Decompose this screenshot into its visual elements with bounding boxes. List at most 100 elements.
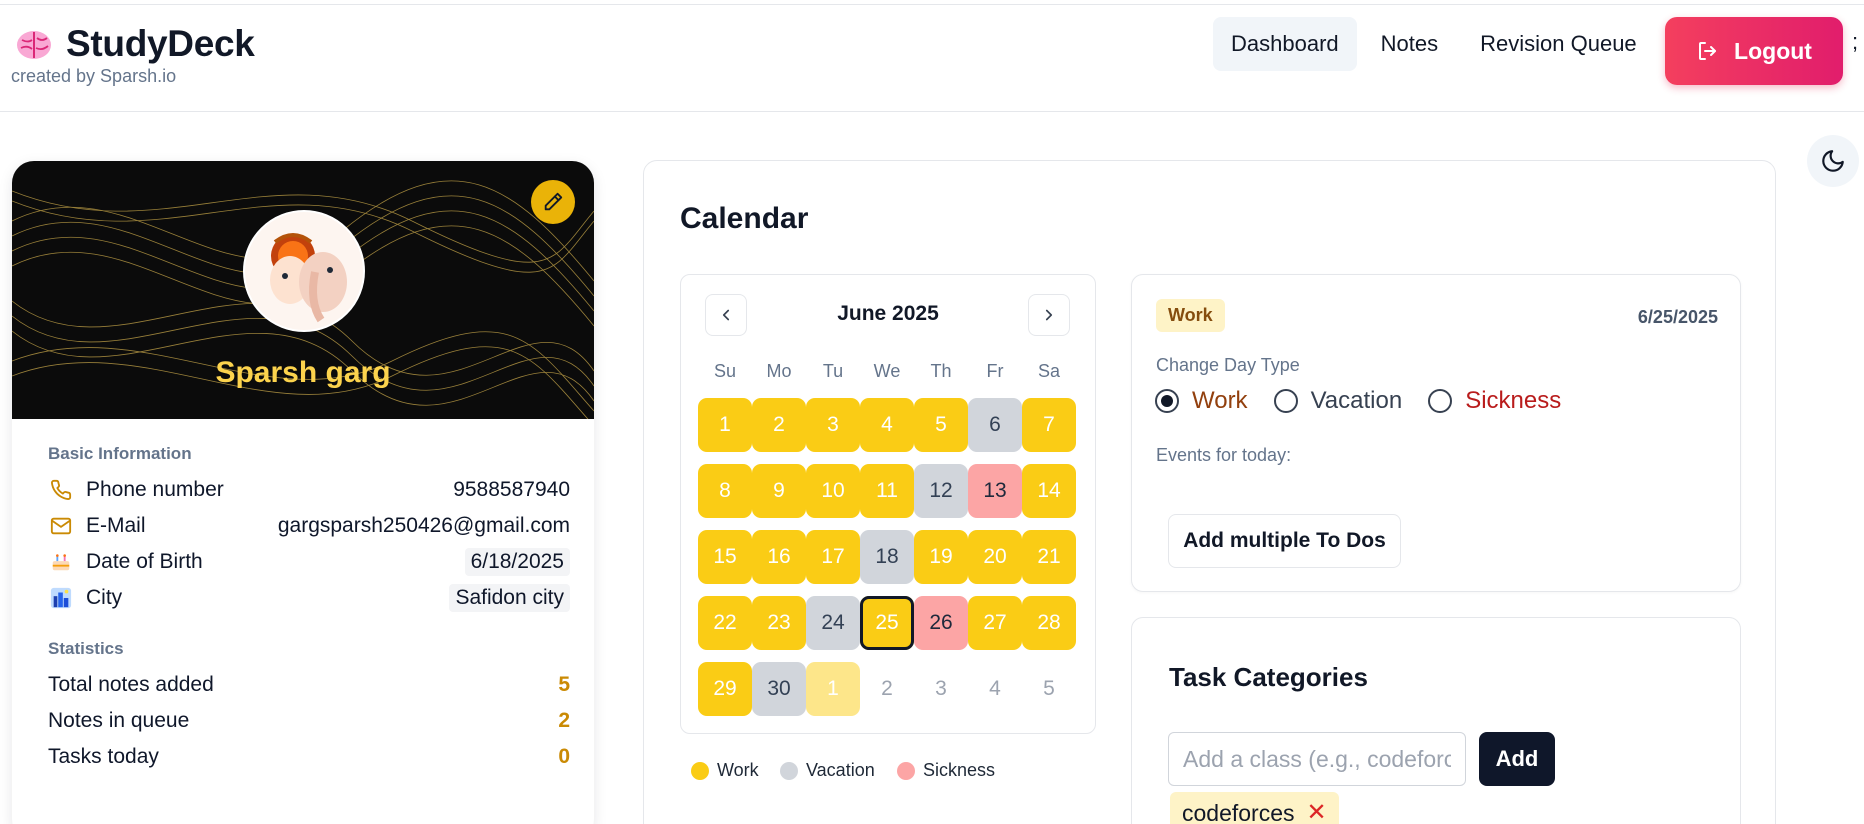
calendar-day: 2 bbox=[881, 677, 893, 700]
info-label: Date of Birth bbox=[86, 550, 203, 573]
day-type-radio-group: Work Vacation Sickness bbox=[1155, 387, 1587, 415]
calendar-title: Calendar bbox=[680, 202, 809, 235]
theme-toggle-button[interactable] bbox=[1807, 135, 1859, 187]
weekday-label: Th bbox=[930, 361, 952, 381]
category-tag: codeforces ✕ bbox=[1170, 792, 1339, 824]
legend-label: Vacation bbox=[806, 760, 875, 780]
radio-vacation[interactable]: Vacation bbox=[1273, 387, 1403, 415]
calendar-month-label: June 2025 bbox=[837, 302, 939, 325]
logout-label: Logout bbox=[1734, 37, 1812, 64]
stat-value: 5 bbox=[558, 673, 570, 696]
calendar-day[interactable]: 30 bbox=[752, 662, 806, 716]
stat-row-notes-queue: Notes in queue 2 bbox=[48, 706, 570, 736]
dob-value: 6/18/2025 bbox=[464, 548, 570, 576]
calendar-day[interactable]: 21 bbox=[1022, 530, 1076, 584]
calendar-day[interactable]: 4 bbox=[860, 398, 914, 452]
phone-value: 9588587940 bbox=[453, 478, 570, 501]
calendar-day[interactable]: 6 bbox=[968, 398, 1022, 452]
task-categories-title: Task Categories bbox=[1169, 662, 1368, 692]
calendar-day[interactable]: 22 bbox=[698, 596, 752, 650]
legend-label: Work bbox=[717, 760, 759, 780]
info-row-phone: Phone number 9588587940 bbox=[48, 474, 570, 506]
avatar[interactable] bbox=[243, 210, 365, 332]
profile-card: Sparsh garg Basic Information Phone numb… bbox=[12, 161, 594, 824]
nav-revision-queue[interactable]: Revision Queue bbox=[1462, 17, 1655, 71]
legend-vacation-swatch bbox=[780, 761, 798, 780]
main-nav: Dashboard Notes Revision Queue bbox=[1213, 17, 1661, 71]
calendar-day[interactable]: 1 bbox=[698, 398, 752, 452]
weekday-label: We bbox=[873, 361, 901, 381]
radio-sickness[interactable]: Sickness bbox=[1428, 387, 1561, 415]
calendar-day[interactable]: 27 bbox=[968, 596, 1022, 650]
basic-info-title: Basic Information bbox=[48, 444, 192, 463]
calendar-day[interactable]: 11 bbox=[860, 464, 914, 518]
radio-label: Work bbox=[1192, 387, 1248, 414]
calendar-day[interactable]: 29 bbox=[698, 662, 752, 716]
cake-icon bbox=[48, 549, 74, 575]
mail-icon bbox=[48, 513, 74, 539]
calendar-day[interactable]: 24 bbox=[806, 596, 860, 650]
weekday-label: Fr bbox=[986, 361, 1004, 381]
calendar-day[interactable]: 15 bbox=[698, 530, 752, 584]
calendar-day[interactable]: 26 bbox=[914, 596, 968, 650]
category-input[interactable] bbox=[1168, 732, 1466, 786]
weekday-label: Su bbox=[713, 361, 737, 381]
nav-notes[interactable]: Notes bbox=[1363, 17, 1456, 71]
cityscape-icon bbox=[48, 585, 74, 611]
info-row-city: City Safidon city bbox=[48, 582, 570, 614]
events-label: Events for today: bbox=[1156, 445, 1292, 465]
stat-label: Total notes added bbox=[48, 673, 214, 696]
legend-vacation: Vacation bbox=[780, 760, 875, 781]
add-multiple-todos-button[interactable]: Add multiple To Dos bbox=[1168, 514, 1401, 568]
add-category-button[interactable]: Add bbox=[1479, 732, 1555, 786]
calendar-day: 5 bbox=[1043, 677, 1055, 700]
phone-icon bbox=[48, 477, 74, 503]
calendar-day[interactable]: 23 bbox=[752, 596, 806, 650]
calendar-day[interactable]: 8 bbox=[698, 464, 752, 518]
calendar-day[interactable]: 10 bbox=[806, 464, 860, 518]
calendar-day[interactable]: 14 bbox=[1022, 464, 1076, 518]
calendar-day[interactable]: 20 bbox=[968, 530, 1022, 584]
calendar-day[interactable]: 17 bbox=[806, 530, 860, 584]
calendar-day[interactable]: 13 bbox=[968, 464, 1022, 518]
radio-sickness-indicator[interactable] bbox=[1428, 389, 1453, 413]
radio-work[interactable]: Work bbox=[1155, 387, 1248, 415]
radio-work-indicator[interactable] bbox=[1155, 389, 1179, 413]
calendar-day-selected[interactable]: 25 bbox=[860, 596, 914, 650]
legend-work: Work bbox=[691, 760, 759, 781]
brand[interactable]: StudyDeck bbox=[14, 23, 255, 65]
stat-label: Tasks today bbox=[48, 745, 159, 768]
statistics-title: Statistics bbox=[48, 639, 124, 658]
calendar-day[interactable]: 16 bbox=[752, 530, 806, 584]
edit-profile-button[interactable] bbox=[531, 180, 575, 224]
pencil-icon bbox=[544, 192, 563, 211]
calendar-day[interactable]: 5 bbox=[914, 398, 968, 452]
calendar-day: 3 bbox=[935, 677, 947, 700]
calendar-day[interactable]: 19 bbox=[914, 530, 968, 584]
calendar-day[interactable]: 1 bbox=[806, 662, 860, 716]
calendar-day[interactable]: 3 bbox=[806, 398, 860, 452]
avatar-image bbox=[245, 212, 363, 330]
logout-icon bbox=[1699, 42, 1717, 60]
calendar-day[interactable]: 12 bbox=[914, 464, 968, 518]
city-value: Safidon city bbox=[449, 584, 570, 612]
calendar-day[interactable]: 7 bbox=[1022, 398, 1076, 452]
stat-value: 2 bbox=[558, 709, 570, 732]
radio-label: Vacation bbox=[1310, 387, 1403, 414]
cover-image: Sparsh garg bbox=[12, 161, 594, 419]
calendar-day[interactable]: 2 bbox=[752, 398, 806, 452]
close-icon[interactable]: ✕ bbox=[1307, 801, 1327, 824]
calendar-day[interactable]: 28 bbox=[1022, 596, 1076, 650]
moon-icon bbox=[1822, 150, 1844, 172]
category-tag-label: codeforces bbox=[1182, 799, 1295, 824]
calendar-day[interactable]: 18 bbox=[860, 530, 914, 584]
calendar-day[interactable]: 9 bbox=[752, 464, 806, 518]
nav-dashboard[interactable]: Dashboard bbox=[1213, 17, 1357, 71]
app-subtitle: created by Sparsh.io bbox=[11, 66, 177, 86]
radio-vacation-indicator[interactable] bbox=[1273, 389, 1298, 413]
day-type-badge: Work bbox=[1156, 299, 1225, 332]
change-day-type-label: Change Day Type bbox=[1156, 355, 1300, 375]
logout-button[interactable]: Logout bbox=[1665, 17, 1843, 85]
legend-work-swatch bbox=[691, 761, 709, 780]
info-label: E-Mail bbox=[86, 514, 146, 537]
